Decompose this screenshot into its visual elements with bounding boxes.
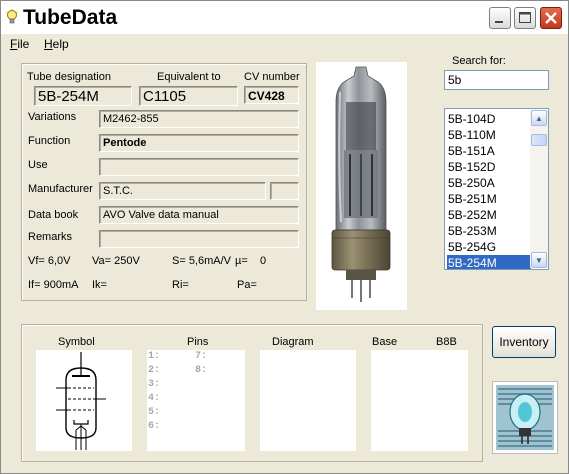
base-panel [371,350,468,451]
manufacturer-field: S.T.C. [99,182,266,200]
remarks-label: Remarks [28,231,73,243]
pin-label: 1: [148,351,161,362]
function-label: Function [28,135,71,147]
pin-label: 3: [148,379,161,390]
symbol-label: Symbol [58,336,95,348]
result-item[interactable]: 5B-104D [447,111,531,127]
result-item[interactable]: 5B-110M [447,127,531,143]
close-button[interactable] [540,7,562,29]
result-item[interactable]: 5B-151A [447,143,531,159]
va-value: Va= 250V [92,255,140,267]
result-item[interactable]: 5B-250A [447,175,531,191]
menu-file[interactable]: File [10,37,29,51]
pentode-symbol-icon [56,352,106,450]
data-book-field: AVO Valve data manual [99,206,299,224]
manufacturer-label: Manufacturer [28,183,93,195]
maximize-icon [519,12,531,23]
tube-designation-label: Tube designation [27,71,111,83]
result-item[interactable]: 5B-254G [447,239,531,255]
window-title: TubeData [23,6,118,29]
maximize-button[interactable] [514,7,536,29]
data-book-label: Data book [28,209,79,221]
pin-label: 6: [148,421,161,432]
pin-label: 8: [195,365,208,376]
menu-file-label: ile [17,37,30,51]
bulb-icon [6,9,18,24]
ik-value: Ik= [92,279,107,291]
menu-help[interactable]: Help [44,37,69,51]
function-field: Pentode [99,134,299,152]
app-logo [492,381,558,454]
remarks-field [99,230,299,248]
pin-label: 2: [148,365,161,376]
mu-value: 0 [260,255,267,267]
ri-value: Ri= [172,279,189,291]
menu-help-label: elp [52,37,69,51]
tube-logo-icon [496,385,554,450]
scroll-up-button[interactable]: ▲ [531,110,547,126]
diagram-label: Diagram [272,336,314,348]
symbol-panel [36,350,132,451]
scrollbar-thumb[interactable] [531,134,547,146]
pa-value: Pa= [237,279,257,291]
base-label: Base [372,336,398,348]
results-list[interactable]: 5B-104D 5B-110M 5B-151A 5B-152D 5B-250A 5B-25… [444,108,549,270]
tube-photo-image [331,66,391,302]
arrow-up-icon: ▲ [535,113,543,123]
base-value: B8B [436,336,457,348]
pin-label: 4: [148,393,161,404]
app-window: TubeData File Help Tube designation Equi… [0,0,569,474]
mu-label: µ= [235,255,248,267]
result-item[interactable]: 5B-252M [447,207,531,223]
s-value: S= 5,6mA/V [172,255,232,267]
cv-number-field: CV428 [244,86,299,104]
search-input[interactable]: 5b [444,70,549,90]
result-item[interactable]: 5B-152D [447,159,531,175]
use-field [99,158,299,176]
tube-designation-field: 5B-254M [34,86,132,106]
result-item[interactable]: 5B-253M [447,223,531,239]
pins-panel: 1: 2: 3: 4: 5: 6: 7: 8: [147,350,245,451]
if-value: If= 900mA [28,279,79,291]
pin-label: 5: [148,407,161,418]
title-bar[interactable]: TubeData [1,1,568,34]
minimize-button[interactable] [489,7,511,29]
diagram-panel [260,350,356,451]
minimize-icon [495,21,503,23]
scroll-down-button[interactable]: ▼ [531,252,547,268]
menu-help-accel: H [44,37,53,51]
menu-bar: File Help [1,34,568,54]
variations-field: M2462-855 [99,110,299,128]
vf-value: Vf= 6,0V [28,255,71,267]
close-icon [545,12,557,24]
pins-label: Pins [187,336,209,348]
equivalent-field: C1105 [139,86,238,106]
variations-label: Variations [28,111,77,123]
arrow-down-icon: ▼ [535,255,543,265]
equivalent-label: Equivalent to [157,71,221,83]
use-label: Use [28,159,48,171]
manufacturer-code-field [270,182,299,200]
inventory-button[interactable]: Inventory [492,326,556,358]
result-item[interactable]: 5B-254M [447,255,531,269]
pin-label: 7: [195,351,208,362]
tube-photo [316,62,407,310]
cv-number-label: CV number [244,71,300,83]
result-item[interactable]: 5B-251M [447,191,531,207]
search-label: Search for: [452,55,506,67]
